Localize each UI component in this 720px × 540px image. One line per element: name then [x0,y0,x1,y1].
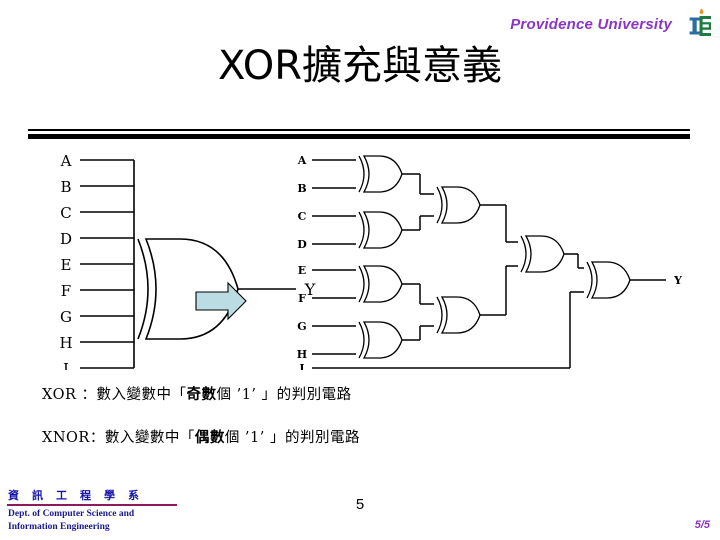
left-input-label: G [60,308,72,326]
xnor-emphasis: 偶數 [194,429,225,446]
xor-label: XOR [42,387,77,403]
page-progress: 5/5 [694,519,710,531]
xnor-description: XNOR：數入變數中「偶數個 ’1’ 」的判別電路 [42,426,360,447]
left-input-label: C [60,204,71,222]
xnor-separator: ：數入變數中「 [89,430,195,446]
page-title: XOR擴充與意義 [217,43,503,89]
slide-header: Providence University [510,8,712,40]
department-name-english-line2: Information Engineering [8,521,110,532]
left-input-label: F [61,282,71,300]
providence-university-logo-icon [678,8,712,40]
right-input-label: F [298,292,306,305]
right-input-label: H [297,348,307,361]
right-input-label: E [298,264,306,277]
right-output-label: Y [673,274,682,287]
page-number: 5 [355,496,365,513]
left-circuit [80,159,135,369]
title-divider-thick [28,134,690,139]
title-divider-thin [28,129,690,131]
left-input-label: E [61,256,72,274]
left-input-label: D [60,230,72,248]
left-input-label: I [63,360,69,370]
xor-separator: ：數入變數中「 [76,387,187,403]
right-input-label: A [297,154,307,167]
right-input-label: C [298,210,307,223]
university-name: Providence University [510,15,672,33]
xor-expansion-diagram: A B C D E F G H I Y A B C D E F G H I Y [0,142,720,370]
left-input-label: H [59,334,72,352]
xor-description: XOR ：數入變數中「奇數個 ’1’ 」的判別電路 [42,383,352,404]
left-input-label: A [60,152,72,170]
xor-emphasis: 奇數 [186,386,217,403]
left-input-label: B [60,178,71,196]
right-input-label: G [297,320,306,333]
xor-tail: 個 ’1’ 」的判別電路 [216,387,352,403]
xnor-label: XNOR [42,430,90,446]
right-circuit [312,159,356,355]
right-input-label: B [297,182,306,195]
right-input-label: I [299,362,304,370]
right-input-label: D [297,238,307,251]
xnor-tail: 個 ’1’ 」的判別電路 [224,430,360,446]
